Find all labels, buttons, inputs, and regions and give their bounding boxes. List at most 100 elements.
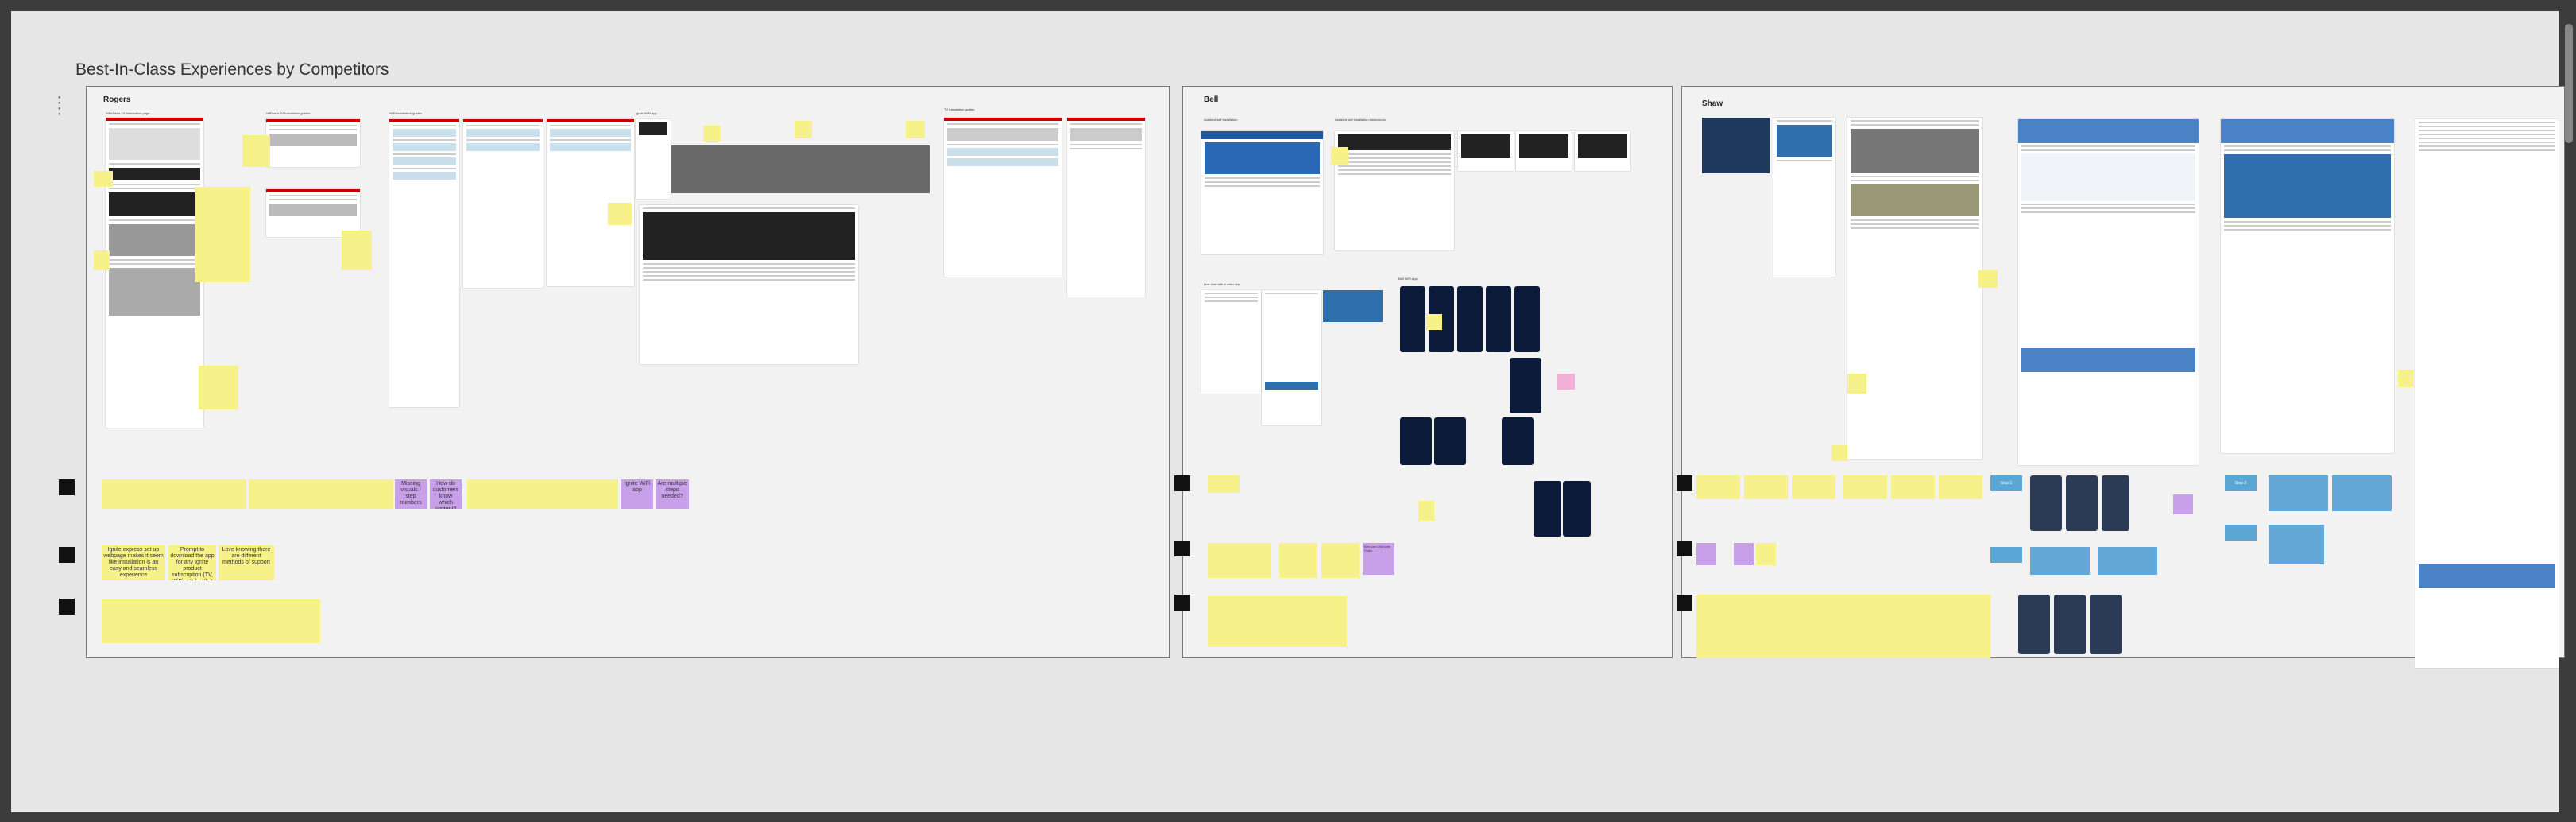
sticky-note[interactable]	[1208, 475, 1240, 493]
top-toolbar	[0, 0, 2576, 11]
sticky-note[interactable]	[195, 187, 250, 282]
sticky-note-purple[interactable]: Bell Live Chat with Video	[1363, 543, 1394, 575]
sticky-note[interactable]	[1418, 501, 1434, 521]
sticky-note[interactable]	[1847, 374, 1866, 394]
webpage-screenshot	[1067, 118, 1145, 297]
webpage-screenshot	[2018, 119, 2199, 465]
sticky-note[interactable]	[1831, 445, 1847, 461]
sticky-note[interactable]	[1426, 314, 1442, 330]
webpage-screenshot	[266, 189, 360, 237]
sticky-note[interactable]: Love knowing there are different methods…	[219, 545, 274, 580]
sticky-note[interactable]	[906, 121, 925, 138]
flow-step[interactable]	[2225, 525, 2257, 541]
webpage-screenshot	[2221, 119, 2394, 453]
flow-step[interactable]	[1990, 547, 2022, 563]
app-phone	[2018, 595, 2050, 654]
webpage-screenshot	[266, 119, 360, 167]
sticky-note-purple[interactable]	[1734, 543, 1754, 565]
sticky-note[interactable]	[1208, 596, 1347, 647]
bell-sub-label: Assisted self installation instructions	[1335, 118, 1386, 122]
flow-screen	[2269, 475, 2328, 511]
sticky-note[interactable]	[102, 479, 246, 509]
shaw-frame-label: Shaw	[1702, 99, 1723, 108]
sticky-note[interactable]	[1891, 475, 1935, 499]
sticky-note[interactable]	[1321, 543, 1360, 578]
sticky-note[interactable]	[703, 126, 721, 142]
sticky-note[interactable]	[1847, 595, 1990, 658]
rogers-sub-label: TV Installation guides	[944, 107, 975, 111]
rogers-frame-label: Rogers	[103, 95, 131, 104]
flow-screen	[2332, 475, 2392, 511]
flow-screen	[2030, 547, 2090, 575]
sticky-note[interactable]	[1756, 543, 1776, 565]
sticky-note[interactable]	[249, 479, 393, 509]
sticky-note[interactable]	[94, 250, 110, 270]
section-tag	[59, 479, 75, 495]
sticky-note-purple[interactable]: How do customers know which content?	[430, 479, 462, 509]
bottom-toolbar	[0, 812, 2576, 822]
sticky-note[interactable]	[1331, 147, 1348, 165]
sticky-note-purple[interactable]	[2173, 494, 2193, 514]
app-phone	[2030, 475, 2062, 531]
chat-panel	[1323, 290, 1383, 322]
video-screenshot	[1575, 131, 1630, 171]
video-screenshot	[1516, 131, 1572, 171]
sticky-note-purple[interactable]	[1696, 543, 1716, 565]
sticky-note[interactable]	[1279, 543, 1317, 578]
webpage-screenshot	[2415, 119, 2559, 668]
section-tag	[59, 599, 75, 615]
sticky-note[interactable]	[608, 203, 632, 225]
sticky-note[interactable]	[1744, 475, 1788, 499]
sticky-note[interactable]	[467, 479, 618, 509]
sticky-note[interactable]: Ignite express set up webpage makes it s…	[102, 545, 165, 580]
sticky-note[interactable]	[1696, 595, 1847, 658]
sticky-note[interactable]	[242, 135, 270, 167]
sticky-note[interactable]	[1208, 543, 1271, 578]
flow-step[interactable]: Step 2	[2225, 475, 2257, 491]
scrollbar-thumb[interactable]	[2565, 24, 2573, 143]
sticky-note[interactable]	[1792, 475, 1835, 499]
app-phone	[1563, 481, 1591, 537]
app-screenshot	[636, 119, 671, 199]
rogers-sub-label: WiFi and TV Installation guides	[266, 111, 311, 115]
app-phone	[2054, 595, 2086, 654]
shaw-video	[1702, 118, 1770, 173]
app-phone	[1510, 358, 1541, 413]
webpage-screenshot	[463, 119, 543, 288]
sticky-note[interactable]	[342, 231, 372, 270]
flow-screen	[2269, 525, 2324, 564]
sticky-note[interactable]	[199, 366, 238, 409]
sticky-note[interactable]	[102, 599, 320, 643]
sticky-note[interactable]	[1939, 475, 1982, 499]
bell-sub-label: Bell WiFi App	[1398, 277, 1418, 281]
sticky-note[interactable]: Prompt to download the app for any Ignit…	[168, 545, 216, 580]
sticky-note[interactable]	[2398, 370, 2414, 387]
app-photo-strip	[671, 145, 930, 193]
rogers-sub-label: Ignite WiFi app	[636, 111, 657, 115]
section-tag	[1174, 595, 1190, 611]
bell-sub-label: Assisted self installation	[1204, 118, 1238, 122]
rogers-sub-label: WiFi installation guides	[389, 111, 422, 115]
left-toolbar	[0, 0, 11, 822]
app-phone	[2090, 595, 2122, 654]
zoom-indicator: ● ● ● ●	[58, 95, 61, 117]
webpage-screenshot	[1201, 131, 1323, 254]
sticky-note[interactable]	[94, 171, 113, 187]
sticky-note-purple[interactable]: Missing visuals / step numbers	[395, 479, 427, 509]
webpage-screenshot	[944, 118, 1062, 277]
sticky-note[interactable]	[1696, 475, 1740, 499]
section-tag	[59, 547, 75, 563]
sticky-note-purple[interactable]: Ignite WiFi app	[621, 479, 653, 509]
webpage-screenshot	[1773, 118, 1835, 277]
sticky-note[interactable]	[1843, 475, 1887, 499]
webpage-screenshot	[1847, 118, 1982, 459]
sticky-note[interactable]	[1978, 270, 1998, 288]
section-tag	[1174, 541, 1190, 556]
app-phone	[1486, 286, 1511, 352]
flow-step[interactable]: Step 1	[1990, 475, 2022, 491]
sticky-note[interactable]	[795, 121, 812, 138]
sticky-note-pink[interactable]	[1557, 374, 1575, 390]
app-phone	[2102, 475, 2129, 531]
sticky-note-purple[interactable]: Are multiple steps needed?	[656, 479, 689, 509]
section-tag	[1677, 475, 1692, 491]
